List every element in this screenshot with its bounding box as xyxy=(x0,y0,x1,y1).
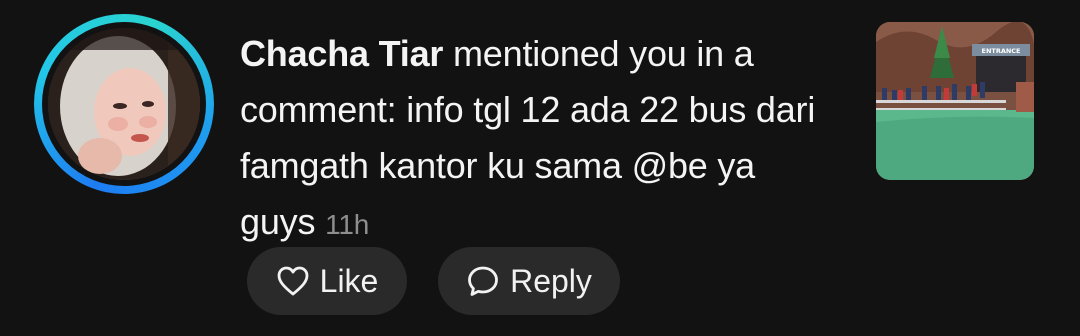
speech-bubble-outline-icon xyxy=(468,266,498,296)
mention-notification[interactable]: Chacha Tiar mentioned you in a comment: … xyxy=(0,0,1080,336)
reply-button[interactable]: Reply xyxy=(438,247,620,315)
thumbnail-image: ENTRANCE xyxy=(876,22,1034,180)
timestamp: 11h xyxy=(325,209,370,240)
reply-label: Reply xyxy=(510,262,592,299)
heart-outline-icon xyxy=(277,266,309,296)
post-thumbnail[interactable]: ENTRANCE xyxy=(876,22,1034,180)
like-button[interactable]: Like xyxy=(247,247,407,315)
like-label: Like xyxy=(319,262,379,299)
story-ring[interactable] xyxy=(34,14,214,194)
avatar[interactable] xyxy=(48,28,200,180)
avatar-photo xyxy=(48,28,200,180)
username[interactable]: Chacha Tiar xyxy=(240,33,443,74)
notification-text: Chacha Tiar mentioned you in a comment: … xyxy=(240,26,840,253)
entrance-sign: ENTRANCE xyxy=(982,47,1021,55)
